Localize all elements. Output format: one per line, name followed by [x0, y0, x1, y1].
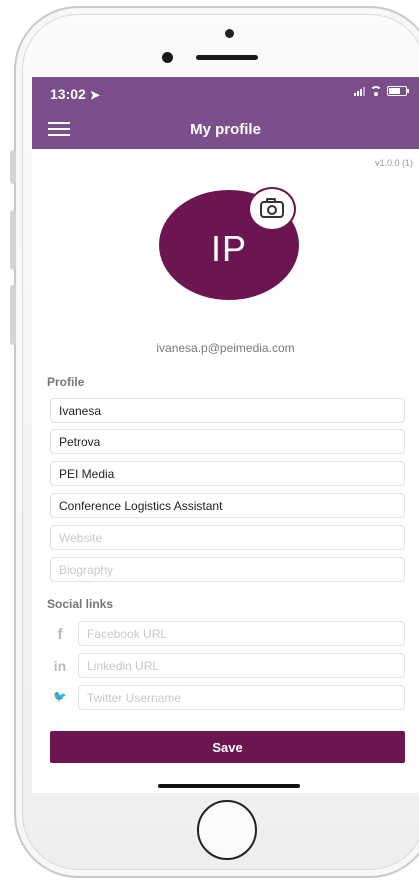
profile-section-label: Profile — [47, 375, 85, 389]
change-photo-button[interactable] — [248, 187, 296, 231]
front-camera — [225, 29, 234, 38]
linkedin-url-field[interactable] — [78, 653, 405, 678]
first-name-field[interactable] — [50, 398, 405, 423]
twitter-username-field[interactable] — [78, 685, 405, 710]
battery-icon — [387, 86, 409, 96]
user-email: ivanesa.p@peimedia.com — [156, 341, 295, 355]
home-indicator — [158, 784, 300, 788]
last-name-field[interactable] — [50, 429, 405, 454]
website-field[interactable] — [50, 525, 405, 550]
social-links-section-label: Social links — [47, 597, 114, 611]
company-field[interactable] — [50, 461, 405, 486]
app-version: v1.0.0 (1) — [374, 158, 413, 168]
save-button[interactable]: Save — [50, 731, 405, 763]
volume-up-button — [10, 210, 16, 270]
facebook-icon: f — [57, 626, 63, 643]
location-arrow-icon: ➤ — [89, 88, 100, 102]
job-title-field[interactable] — [50, 493, 405, 518]
status-time-text: 13:02 — [50, 86, 86, 102]
twitter-icon: 🐦 — [53, 691, 67, 703]
page-title: My profile — [190, 121, 261, 138]
biography-field[interactable] — [50, 557, 405, 582]
mute-switch — [10, 150, 16, 184]
status-time: 13:02 ➤ — [50, 86, 100, 102]
linkedin-icon: in — [53, 658, 67, 674]
avatar-initials: IP — [210, 228, 247, 269]
status-bar: 13:02 ➤ — [32, 77, 419, 109]
home-button[interactable] — [197, 800, 257, 860]
wifi-icon — [370, 86, 382, 96]
app-screen: 13:02 ➤ My profile v1.0.0 (1) IP ivanesa.… — [32, 77, 419, 793]
proximity-sensor — [162, 52, 173, 63]
volume-down-button — [10, 285, 16, 345]
facebook-url-field[interactable] — [78, 621, 405, 646]
status-icons — [354, 86, 409, 96]
signal-icon — [354, 86, 365, 96]
earpiece-speaker — [196, 55, 258, 60]
nav-bar: My profile — [32, 109, 419, 149]
